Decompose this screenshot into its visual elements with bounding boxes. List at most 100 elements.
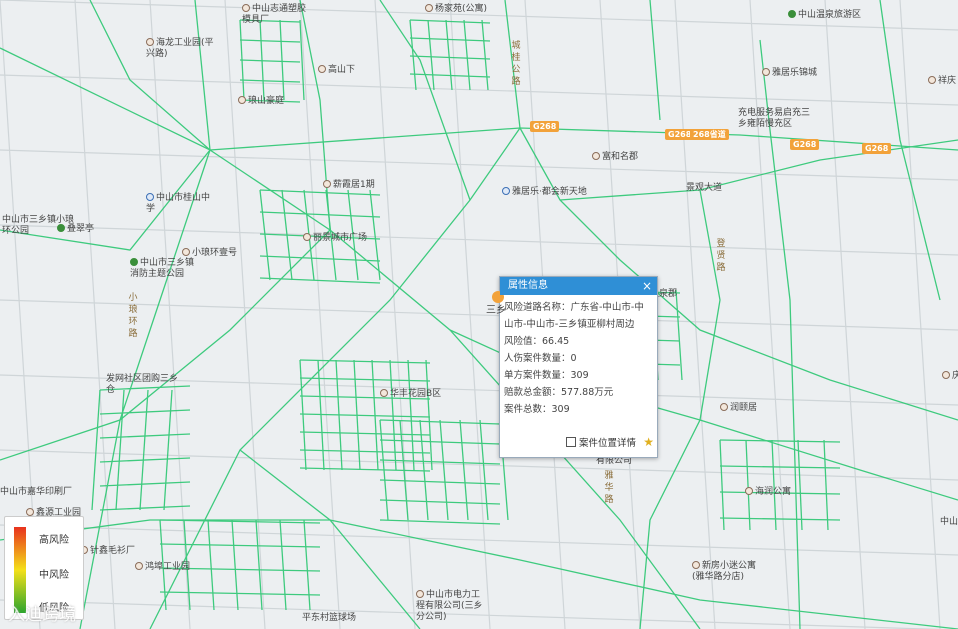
poi-name: 琅山豪庭 (248, 96, 285, 106)
poi-name: 小琅环壹号 (192, 248, 238, 258)
minor-street (0, 74, 958, 106)
poi-name: 针鑫毛衫厂 (90, 546, 136, 556)
local-road (239, 59, 301, 63)
local-road (379, 479, 501, 485)
major-road (649, 0, 661, 121)
minor-street (0, 224, 958, 256)
local-road (675, 289, 683, 381)
attribute-popup: 属性信息 × 风险道路名称：广东省-中山市-中山市-中山市-三乡镇亚柳村周边 风… (492, 276, 658, 458)
major-road (0, 47, 958, 151)
map-label: 中山志通塑胶模具厂 (242, 4, 314, 26)
poi-name: 鸿埠工业园 (145, 562, 191, 572)
poi-name: 富和名郡 (602, 152, 639, 162)
map-label: 华丰花园B区 (380, 389, 441, 400)
local-road (299, 359, 431, 364)
local-road (719, 439, 725, 531)
map-label: 发网社区团购三乡仓 (106, 374, 178, 396)
road-name: 雅华路 (604, 471, 614, 505)
close-icon[interactable]: × (642, 277, 652, 295)
local-road (463, 19, 471, 91)
poi-name: 中山市嘉华印刷厂 (0, 487, 73, 497)
local-road (231, 519, 239, 611)
map-label: 海龙工业园(平兴路) (146, 38, 218, 60)
minor-street (0, 149, 958, 181)
case-location-checkbox[interactable]: 案件位置详情 (566, 435, 636, 449)
map-canvas[interactable] (0, 0, 958, 629)
local-road (239, 39, 301, 43)
map-label: 高山下 (318, 65, 355, 76)
poi-icon (135, 562, 143, 570)
minor-street (149, 0, 191, 629)
local-road (719, 517, 841, 521)
local-road (407, 359, 415, 471)
major-road (89, 0, 211, 151)
poi-icon (380, 389, 388, 397)
risk-value: 风险值：66.45 (504, 336, 570, 347)
minor-street (749, 0, 791, 629)
poi-icon (130, 258, 138, 266)
poi-icon (720, 403, 728, 411)
map-label: 针鑫毛衫厂 (80, 546, 135, 557)
local-road (99, 481, 191, 487)
road-shield: G268 (530, 121, 560, 132)
poi-name: 充电服务易启充三乡雍陌慢充区 (738, 108, 811, 129)
local-road (771, 439, 777, 531)
watermark: 入迪跨境 (8, 605, 76, 625)
poi-icon (323, 180, 331, 188)
poi-icon (762, 68, 770, 76)
poi-icon (942, 371, 950, 379)
road-shield: G268 (862, 143, 892, 154)
checkbox-label: 案件位置详情 (579, 438, 637, 449)
poi-icon (318, 65, 326, 73)
poi-name: 景观大道 (686, 183, 723, 193)
poi-icon (303, 233, 311, 241)
poi-icon (928, 76, 936, 84)
poi-name: 祥庆 (938, 76, 957, 86)
map-label: 叠翠亭 (57, 224, 94, 235)
checkbox-icon[interactable] (566, 437, 576, 447)
poi-icon (26, 508, 34, 516)
poi-icon (182, 248, 190, 256)
map-label: 景观大道 (686, 183, 722, 194)
poi-icon (692, 561, 700, 569)
map-label: 海润公寓 (745, 487, 791, 498)
poi-icon (416, 590, 424, 598)
local-road (299, 359, 307, 471)
map-label: 中山市嘉华印刷厂 (0, 487, 72, 498)
map-label: 平东村篮球场 (302, 613, 356, 624)
minor-street (674, 0, 716, 629)
poi-icon (242, 4, 250, 12)
local-road (745, 439, 751, 531)
poi-name: 雅居乐锦城 (772, 68, 818, 78)
map-label: 中山市电力工程有限公司(三乡分公司) (416, 590, 488, 623)
poi-icon (146, 38, 154, 46)
minor-street (824, 0, 866, 629)
road-shield: G268 (790, 139, 820, 150)
local-road (445, 19, 453, 91)
road-shield: 268省道 (690, 129, 729, 140)
local-road (459, 419, 469, 521)
local-road (159, 543, 321, 548)
map-label: 杨家苑(公寓) (425, 4, 487, 15)
road-name: 小琅环路 (128, 293, 138, 339)
local-road (239, 79, 301, 83)
legend-mid: 中风险 (39, 570, 69, 581)
minor-street (0, 299, 958, 331)
map-label: 中山市桂山中学 (146, 193, 218, 215)
road-name: 城桂公路 (511, 41, 521, 87)
map-label: 琅山豪庭 (238, 96, 284, 107)
poi-icon (238, 96, 246, 104)
poi-name: 雅居乐·都会新天地 (512, 187, 587, 197)
map-label: 中山温泉旅游区 (788, 10, 861, 21)
poi-icon (146, 193, 154, 201)
poi-name: 庆 (952, 371, 958, 381)
minor-street (899, 0, 941, 629)
map-label: 丽景城市广场 (303, 233, 367, 244)
poi-name: 中山市电力工程有限公司(三乡分公司) (416, 590, 483, 622)
local-road (299, 449, 431, 454)
star-icon[interactable]: ★ (643, 435, 654, 449)
local-road (797, 439, 803, 531)
poi-name: 平东村篮球场 (302, 613, 357, 623)
map-label: 薪霞居1期 (323, 180, 375, 191)
poi-name: 润颐居 (730, 403, 758, 413)
